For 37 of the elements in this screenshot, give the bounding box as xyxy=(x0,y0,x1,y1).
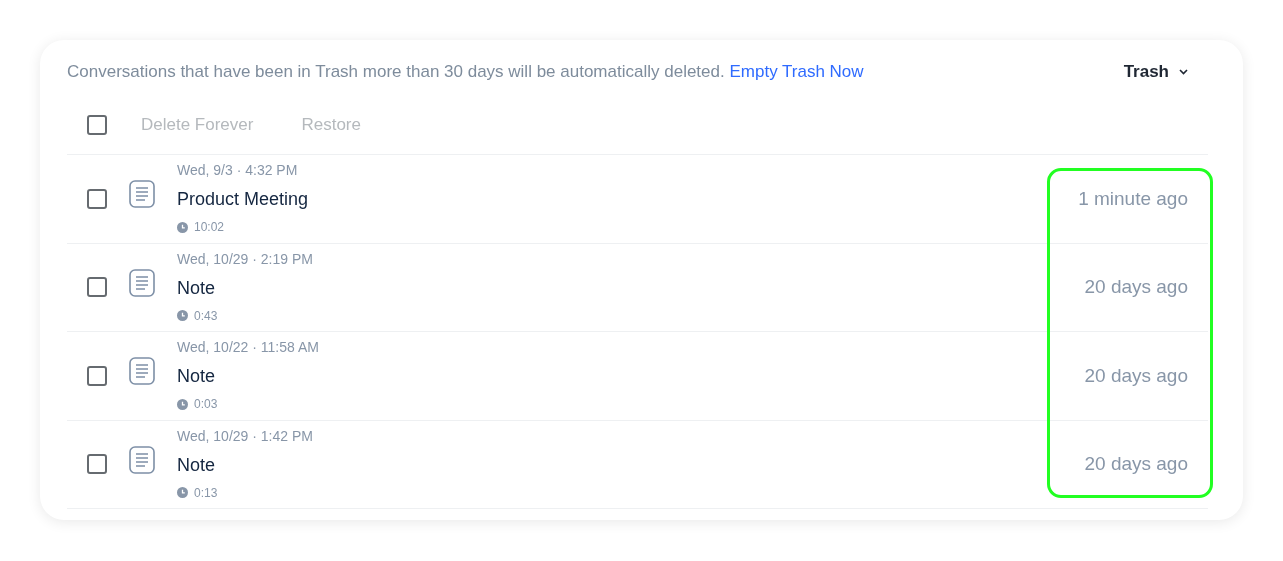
conversation-duration: 0:13 xyxy=(194,484,218,502)
conversation-title: Note xyxy=(177,276,217,299)
checkbox[interactable] xyxy=(87,365,107,386)
conversation-date: Wed, 10/29 · 1:42 PM xyxy=(177,426,314,445)
conversation-title: Product Meeting xyxy=(177,188,310,211)
conversation-duration: 0:03 xyxy=(194,396,218,414)
clock-icon xyxy=(177,310,188,322)
clock-icon xyxy=(177,398,188,410)
checkbox[interactable] xyxy=(87,188,107,209)
conversation-duration: 10:02 xyxy=(194,219,225,237)
conversation-date: Wed, 9/3 · 4:32 PM xyxy=(177,161,299,180)
checkbox[interactable] xyxy=(87,277,107,298)
document-icon xyxy=(129,357,155,385)
deleted-time: 20 days ago xyxy=(1084,363,1188,388)
conversation-row[interactable]: Wed, 10/29 · 2:19 PM Note 0:43 20 days ago xyxy=(67,243,1208,332)
checkbox[interactable] xyxy=(87,454,107,475)
clock-icon xyxy=(177,221,188,233)
conversation-row[interactable]: Wed, 9/3 · 4:32 PM Product Meeting 10:02 1 minute ago xyxy=(67,155,1208,244)
deleted-time: 20 days ago xyxy=(1084,275,1188,299)
conversation-date: Wed, 10/29 · 2:19 PM xyxy=(177,249,314,268)
document-icon xyxy=(129,445,155,474)
conversation-date: Wed, 10/22 · 11:58 AM xyxy=(177,338,320,357)
conversation-title: Note xyxy=(177,453,217,476)
checkbox[interactable] xyxy=(87,114,107,135)
chevron-down-icon xyxy=(1179,69,1188,75)
document-icon xyxy=(129,268,155,297)
conversation-duration: 0:43 xyxy=(194,307,218,325)
deleted-time: 1 minute ago xyxy=(1078,186,1188,211)
conversation-row[interactable]: Wed, 10/22 · 11:58 AM Note 0:03 20 days ago xyxy=(67,332,1208,421)
notice-text: Conversations that have been in Trash more than 30 days will be automatically deleted. Empty Trash Now xyxy=(67,61,864,84)
clock-icon xyxy=(177,487,188,499)
conversation-title: Note xyxy=(177,365,217,388)
folder-dropdown[interactable]: Trash xyxy=(1123,59,1188,85)
document-icon xyxy=(129,180,155,208)
conversation-row[interactable]: Wed, 10/29 · 1:42 PM Note 0:13 20 days ago xyxy=(67,420,1208,509)
empty-trash-link[interactable]: Empty Trash Now xyxy=(729,62,864,82)
deleted-time: 20 days ago xyxy=(1084,452,1188,476)
